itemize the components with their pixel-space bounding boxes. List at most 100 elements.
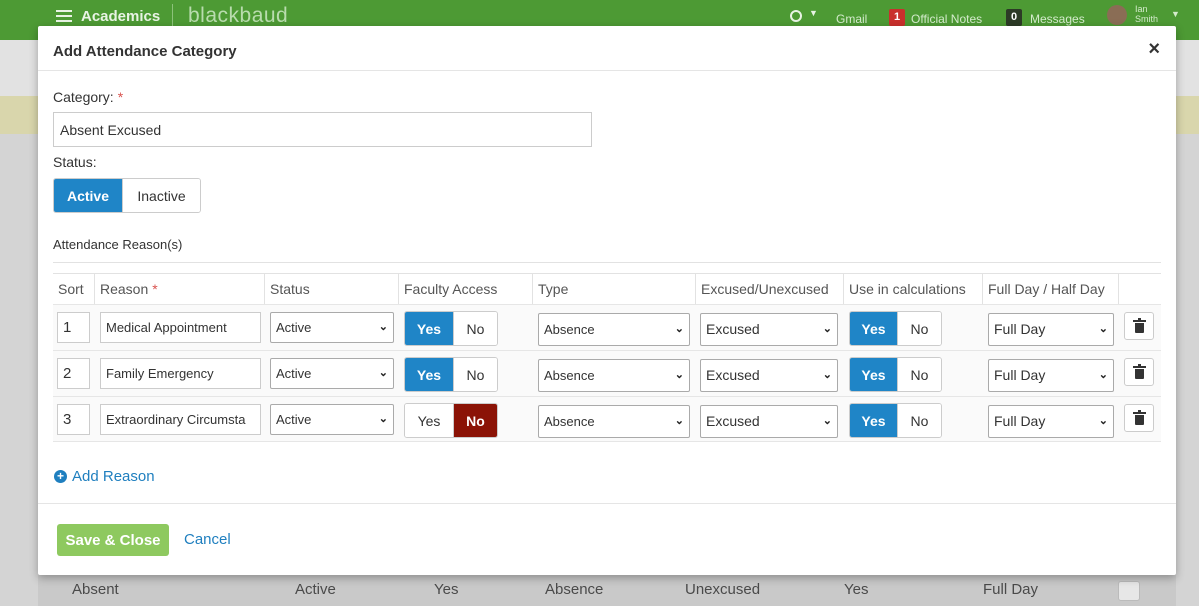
sort-input[interactable] [57, 358, 90, 389]
status-select-value: Active [276, 320, 312, 335]
table-row: Active⌄ Yes No Absence⌄ Excused⌄ Yes No … [53, 350, 1161, 396]
background-table-row: Absent Active Yes Absence Unexcused Yes … [38, 573, 1176, 606]
col-full-half-day: Full Day / Half Day [983, 274, 1119, 304]
use-in-calc-no-button[interactable]: No [897, 358, 941, 391]
chevron-down-icon: ⌄ [822, 415, 832, 427]
status-select-value: Active [276, 366, 312, 381]
trash-icon [1132, 317, 1146, 333]
chevron-down-icon: ⌄ [378, 321, 388, 333]
excused-select-value: Excused [706, 321, 760, 337]
use-in-calc-yes-button[interactable]: Yes [850, 404, 897, 437]
sort-input[interactable] [57, 404, 90, 435]
plus-circle-icon: + [54, 470, 67, 483]
delete-reason-button[interactable] [1124, 404, 1154, 432]
status-active-button[interactable]: Active [54, 179, 122, 212]
full-half-day-select[interactable]: Full Day ⌄ [988, 313, 1114, 346]
full-half-day-select-value: Full Day [994, 321, 1046, 337]
faculty-access-toggle: Yes No [404, 403, 498, 438]
status-select-value: Active [276, 412, 312, 427]
modal-footer-divider [38, 503, 1176, 504]
faculty-access-no-button[interactable]: No [453, 404, 497, 437]
faculty-access-yes-button[interactable]: Yes [405, 358, 453, 391]
type-select[interactable]: Absence ⌄ [538, 359, 690, 392]
use-in-calculations-toggle: Yes No [849, 311, 942, 346]
trash-icon [1132, 363, 1146, 379]
bg-use-in-calc: Yes [844, 581, 869, 598]
full-half-day-select[interactable]: Full Day ⌄ [988, 405, 1114, 438]
type-select-value: Absence [544, 414, 595, 429]
faculty-access-yes-button[interactable]: Yes [405, 312, 453, 345]
excused-select[interactable]: Excused ⌄ [700, 405, 838, 438]
add-reason-label: Add Reason [72, 468, 155, 485]
user-last-name: Smith [1135, 14, 1159, 24]
faculty-access-no-button[interactable]: No [453, 312, 497, 345]
lock-icon [1118, 581, 1140, 601]
status-select[interactable]: Active ⌄ [270, 312, 394, 343]
section-divider [53, 262, 1161, 263]
reason-input[interactable] [100, 312, 261, 343]
menu-icon[interactable] [56, 10, 72, 22]
faculty-access-no-button[interactable]: No [453, 358, 497, 391]
col-use-in-calculations: Use in calculations [844, 274, 983, 304]
bg-day: Full Day [983, 581, 1039, 598]
gmail-link[interactable]: Gmail [836, 12, 867, 26]
excused-select-value: Excused [706, 413, 760, 429]
bg-type: Absence [545, 581, 604, 598]
full-half-day-select[interactable]: Full Day ⌄ [988, 359, 1114, 392]
col-reason-text: Reason [100, 281, 149, 297]
chevron-down-icon[interactable]: ▼ [809, 8, 818, 18]
official-notes-link[interactable]: Official Notes [911, 12, 982, 26]
trash-icon [1132, 409, 1146, 425]
delete-reason-button[interactable] [1124, 312, 1154, 340]
status-select[interactable]: Active ⌄ [270, 404, 394, 435]
type-select[interactable]: Absence ⌄ [538, 313, 690, 346]
status-select[interactable]: Active ⌄ [270, 358, 394, 389]
status-inactive-button[interactable]: Inactive [122, 179, 200, 212]
use-in-calc-yes-button[interactable]: Yes [850, 312, 897, 345]
save-close-button[interactable]: Save & Close [57, 524, 169, 556]
excused-select[interactable]: Excused ⌄ [700, 359, 838, 392]
topbar-divider [172, 4, 173, 26]
excused-select[interactable]: Excused ⌄ [700, 313, 838, 346]
col-sort: Sort [53, 274, 95, 304]
delete-reason-button[interactable] [1124, 358, 1154, 386]
modal-header: Add Attendance Category × [38, 26, 1176, 71]
use-in-calc-no-button[interactable]: No [897, 404, 941, 437]
user-name[interactable]: Ian Smith [1135, 4, 1158, 24]
reason-input[interactable] [100, 404, 261, 435]
category-input[interactable] [53, 112, 592, 147]
sort-input[interactable] [57, 312, 90, 343]
reason-input[interactable] [100, 358, 261, 389]
use-in-calc-yes-button[interactable]: Yes [850, 358, 897, 391]
faculty-access-yes-button[interactable]: Yes [405, 404, 453, 437]
brand-logo: blackbaud [188, 4, 289, 27]
avatar[interactable] [1107, 5, 1127, 25]
modal-title: Add Attendance Category [53, 43, 237, 60]
status-toggle: Active Inactive [53, 178, 201, 213]
add-reason-link[interactable]: + Add Reason [54, 468, 155, 485]
use-in-calc-no-button[interactable]: No [897, 312, 941, 345]
chevron-down-icon: ⌄ [378, 413, 388, 425]
table-row: Active⌄ Yes No Absence⌄ Excused⌄ Yes No … [53, 304, 1161, 350]
type-select[interactable]: Absence ⌄ [538, 405, 690, 438]
status-label: Status: [53, 154, 97, 170]
add-attendance-category-modal: Add Attendance Category × Category:* Sta… [38, 26, 1176, 575]
category-label-text: Category: [53, 89, 114, 105]
search-icon[interactable] [790, 10, 802, 22]
faculty-access-toggle: Yes No [404, 311, 498, 346]
chevron-down-icon: ⌄ [822, 323, 832, 335]
close-icon[interactable]: × [1148, 39, 1160, 59]
app-name[interactable]: Academics [81, 8, 160, 25]
cancel-link[interactable]: Cancel [184, 531, 231, 548]
reasons-table-header: Sort Reason * Status Faculty Access Type … [53, 273, 1161, 304]
user-menu-chevron-icon[interactable]: ▼ [1171, 9, 1180, 19]
full-half-day-select-value: Full Day [994, 413, 1046, 429]
messages-link[interactable]: Messages [1030, 12, 1085, 26]
type-select-value: Absence [544, 322, 595, 337]
chevron-down-icon: ⌄ [674, 323, 684, 335]
table-row: Active⌄ Yes No Absence⌄ Excused⌄ Yes No … [53, 396, 1161, 442]
chevron-down-icon: ⌄ [1098, 323, 1108, 335]
faculty-access-toggle: Yes No [404, 357, 498, 392]
required-marker: * [117, 89, 124, 105]
excused-select-value: Excused [706, 367, 760, 383]
